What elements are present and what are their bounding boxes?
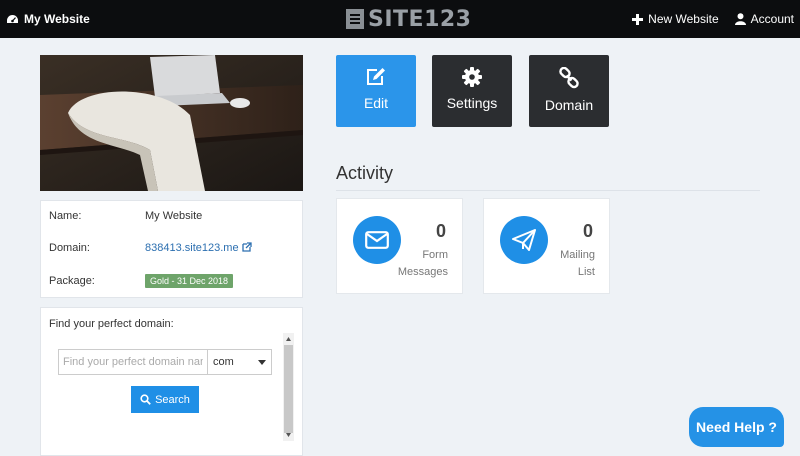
domain-search-button[interactable]: Search (131, 386, 199, 413)
activity-heading: Activity (336, 163, 394, 183)
settings-tile-button[interactable]: Settings (432, 55, 512, 127)
mailing-list-count: 0 (582, 221, 593, 241)
domain-link-wrap[interactable]: 838413.site123.me (145, 242, 252, 254)
top-actions: New Website Account (632, 0, 794, 38)
edit-label: Edit (363, 95, 389, 111)
logo-mark (346, 9, 364, 29)
mailing-list-label-line1: Mailing (560, 249, 595, 261)
paper-plane-icon (512, 229, 536, 251)
domain-card-scrollbar[interactable] (283, 333, 294, 441)
gear-icon (462, 67, 482, 87)
scrollbar-thumb[interactable] (284, 345, 293, 433)
dashboard-icon (7, 14, 18, 23)
package-badge[interactable]: Gold - 31 Dec 2018 (145, 274, 234, 288)
new-website-label: New Website (648, 12, 719, 26)
form-messages-card[interactable]: 0 Form Messages (336, 198, 463, 294)
domain-search-card: Find your perfect domain: (40, 307, 303, 456)
envelope-icon (365, 231, 389, 249)
form-messages-label-line2: Messages (397, 266, 448, 278)
mailing-list-label-line2: List (577, 266, 595, 278)
site-switcher[interactable]: My Website (6, 0, 90, 38)
edit-tile-button[interactable]: Edit (336, 55, 416, 127)
domain-link[interactable]: 838413.site123.me (145, 242, 239, 254)
link-chain-icon (559, 67, 579, 89)
website-preview-image[interactable] (40, 55, 303, 191)
account-label: Account (750, 12, 794, 26)
domain-search-input[interactable] (58, 349, 208, 375)
website-info-card: Name: My Website Domain: 838413.site123.… (40, 200, 303, 298)
scroll-down-arrow-icon[interactable] (283, 430, 294, 440)
plus-icon (632, 13, 644, 25)
form-messages-label-line1: Form (422, 249, 448, 261)
logo-text: SITE123 (368, 6, 472, 32)
mailing-list-card[interactable]: 0 Mailing List (483, 198, 610, 294)
package-label: Package: (49, 275, 95, 287)
need-help-button[interactable]: Need Help ? (689, 407, 784, 447)
activity-divider (336, 190, 760, 191)
pencil-edit-icon (367, 68, 385, 85)
form-messages-label: Form Messages (388, 247, 448, 281)
name-label: Name: (49, 210, 82, 222)
tld-selected-value: com (213, 356, 234, 368)
site-name: My Website (24, 12, 90, 26)
domain-label: Domain: (49, 242, 90, 254)
form-messages-count: 0 (435, 221, 446, 241)
domain-search-title: Find your perfect domain: (49, 318, 174, 330)
user-icon (734, 13, 746, 25)
search-button-label: Search (155, 393, 190, 406)
external-link-icon[interactable] (241, 242, 252, 252)
search-icon (140, 394, 151, 405)
account-button[interactable]: Account (734, 12, 794, 26)
scroll-up-arrow-icon[interactable] (283, 334, 294, 344)
site123-logo[interactable]: SITE123 (346, 6, 472, 32)
desk-laptop-chair-illustration (40, 55, 303, 191)
tld-select[interactable]: com (207, 349, 272, 375)
top-navigation-bar: My Website SITE123 New Website Account (0, 0, 800, 38)
name-value: My Website (145, 210, 203, 222)
domain-label: Domain (544, 97, 594, 113)
domain-tile-button[interactable]: Domain (529, 55, 609, 127)
mailing-list-label: Mailing List (535, 247, 595, 281)
chevron-down-icon (258, 359, 266, 365)
settings-label: Settings (446, 95, 498, 111)
new-website-button[interactable]: New Website (632, 12, 719, 26)
